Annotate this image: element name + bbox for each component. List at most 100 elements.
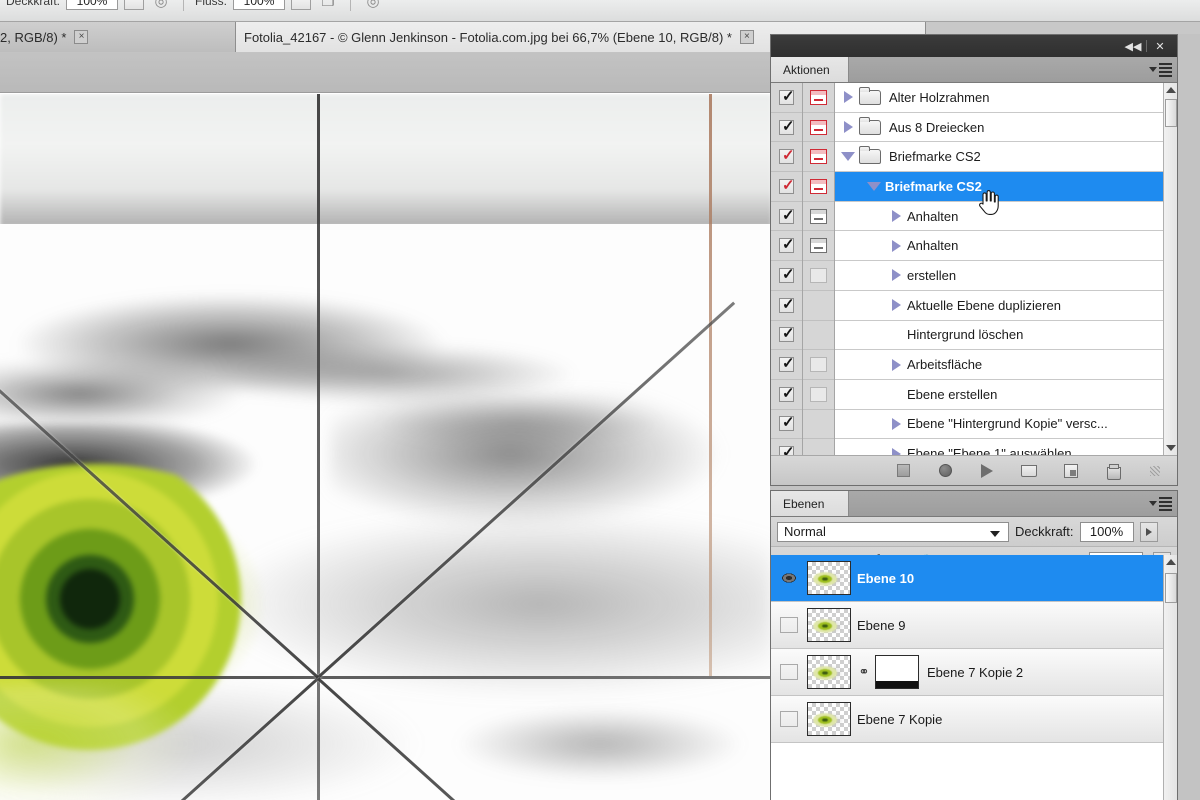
layer-visibility-toggle[interactable] [771,572,807,584]
layer-thumbnail[interactable] [807,655,851,689]
chevron-right-icon[interactable] [837,91,859,104]
action-toggle-checkbox[interactable]: ✓ [771,350,802,380]
action-toggle-checkbox[interactable]: ✓ [771,321,802,351]
layer-thumbnail[interactable] [807,608,851,642]
stop-icon[interactable] [893,461,913,481]
close-icon[interactable]: × [74,30,89,44]
action-row[interactable]: Aktuelle Ebene duplizieren [835,291,1163,321]
collapse-icon[interactable]: ◀◀ [1122,37,1144,55]
action-dialog-toggle[interactable] [803,380,834,410]
play-icon[interactable] [977,461,997,481]
action-toggle-checkbox[interactable]: ✓ [771,113,802,143]
new-action-icon[interactable] [1061,461,1081,481]
chevron-right-icon[interactable] [885,239,907,252]
action-row[interactable]: Ebene "Hintergrund Kopie" versc... [835,410,1163,440]
action-toggle-checkbox[interactable]: ✓ [771,83,802,113]
action-dialog-toggle[interactable] [803,231,834,262]
action-toggle-checkbox[interactable]: ✓ [771,261,802,291]
chevron-right-icon[interactable] [885,210,907,223]
new-set-icon[interactable] [1019,461,1039,481]
action-row[interactable]: Anhalten [835,231,1163,262]
document-tab-1[interactable]: 17,2% (Ebene 2, RGB/8) * × [0,22,236,52]
panel-menu-icon[interactable] [1143,57,1177,82]
action-row[interactable]: Hintergrund löschen [835,321,1163,351]
layers-list[interactable]: Ebene 10 Ebene 9 ⚭ Ebene 7 Kopie 2 Ebene 7 K… [771,555,1177,800]
delete-icon[interactable] [1103,461,1123,481]
image-stage[interactable] [0,94,772,800]
action-toggle-checkbox[interactable]: ✓ [771,291,802,321]
action-dialog-toggle[interactable] [803,172,834,202]
action-row[interactable]: Ebene erstellen [835,380,1163,410]
action-toggle-checkbox[interactable]: ✓ [771,410,802,440]
chevron-right-icon[interactable] [837,121,859,134]
action-dialog-toggle[interactable] [803,202,834,232]
blend-mode-select[interactable]: Normal [777,521,1009,542]
layer-thumbnail[interactable] [807,702,851,736]
action-dialog-toggle[interactable] [803,321,834,351]
tablet-pressure-icon[interactable]: ❒ [317,0,339,11]
layers-scrollbar[interactable] [1163,555,1177,800]
chevron-right-icon[interactable] [885,269,907,282]
action-row[interactable]: Briefmarke CS2 [835,142,1163,173]
action-row[interactable]: Anhalten [835,202,1163,232]
opacity-pressure-toggle[interactable] [124,0,145,10]
scroll-down-arrow[interactable] [1164,441,1178,455]
action-row[interactable]: Arbeitsfläche [835,350,1163,380]
action-dialog-toggle[interactable] [803,113,834,143]
airbrush-icon[interactable]: ◎ [150,0,172,11]
chevron-right-icon[interactable] [885,417,907,430]
opacity-input[interactable]: 100% [66,0,119,10]
flow-pressure-toggle[interactable] [291,0,312,10]
layer-row[interactable]: Ebene 7 Kopie [771,696,1163,743]
mask-link-icon[interactable]: ⚭ [857,662,871,682]
action-dialog-toggle[interactable] [803,83,834,113]
chevron-right-icon[interactable] [885,358,907,371]
layer-visibility-toggle[interactable] [771,617,807,633]
action-toggle-checkbox[interactable]: ✓ [771,142,802,173]
action-toggle-checkbox[interactable]: ✓ [771,231,802,262]
action-row[interactable]: Alter Holzrahmen [835,83,1163,113]
action-toggle-checkbox[interactable]: ✓ [771,380,802,410]
record-icon[interactable] [935,461,955,481]
layer-row[interactable]: Ebene 9 [771,602,1163,649]
close-icon[interactable]: × [739,30,754,44]
scroll-up-arrow[interactable] [1164,555,1177,569]
canvas-area[interactable] [0,52,772,800]
actions-scrollbar[interactable] [1163,83,1177,455]
chevron-down-icon[interactable] [863,181,885,191]
action-toggle-checkbox[interactable]: ✓ [771,202,802,232]
tab-aktionen[interactable]: Aktionen [771,57,849,82]
flow-input[interactable]: 100% [233,0,286,10]
scrollbar-thumb[interactable] [1165,99,1177,127]
action-row-selected[interactable]: Briefmarke CS2 [835,172,1163,202]
tab-ebenen[interactable]: Ebenen [771,491,849,516]
action-row[interactable]: Ebene "Ebene 1" auswählen [835,439,1163,455]
layer-mask-thumbnail[interactable] [875,655,919,689]
resize-grip[interactable] [1145,461,1165,481]
action-row[interactable]: Aus 8 Dreiecken [835,113,1163,143]
action-dialog-toggle[interactable] [803,350,834,380]
action-dialog-toggle[interactable] [803,142,834,173]
layer-row-selected[interactable]: Ebene 10 [771,555,1163,602]
actions-list[interactable]: ✓ ✓ ✓ ✓ ✓ ✓ ✓ ✓ ✓ ✓ ✓ ✓ ✓ Alter Holzrahmen Aus 8 Drei… [771,83,1177,469]
chevron-right-icon[interactable] [885,447,907,455]
close-icon[interactable]: ✕ [1149,37,1171,55]
scrollbar-thumb[interactable] [1165,573,1177,603]
actions-panel-titlebar[interactable]: ◀◀ ✕ [771,35,1177,57]
chevron-right-icon[interactable] [885,299,907,312]
layer-row[interactable]: ⚭ Ebene 7 Kopie 2 [771,649,1163,696]
action-dialog-toggle[interactable] [803,291,834,321]
panel-menu-icon[interactable] [1143,491,1177,516]
layer-thumbnail[interactable] [805,559,853,597]
opacity-slider-arrow-icon[interactable] [1139,521,1158,542]
action-row[interactable]: erstellen [835,261,1163,291]
action-dialog-toggle[interactable] [803,261,834,291]
scroll-up-arrow[interactable] [1164,83,1177,97]
action-toggle-checkbox[interactable]: ✓ [771,172,802,202]
brush-preset-icon[interactable]: ◎ [362,0,384,11]
opacity-value[interactable]: 100% [1079,521,1134,542]
action-dialog-toggle[interactable] [803,410,834,440]
layer-visibility-toggle[interactable] [771,664,807,680]
chevron-down-icon[interactable] [837,152,859,162]
layer-visibility-toggle[interactable] [771,711,807,727]
